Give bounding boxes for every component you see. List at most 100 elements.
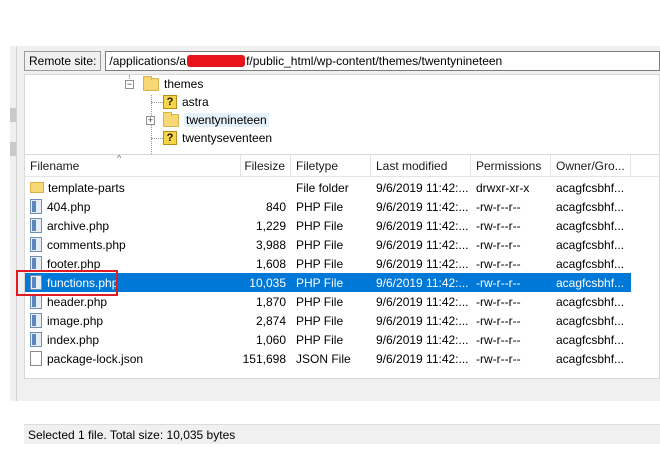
path-suffix: f/public_html/wp-content/themes/twentyni… [246, 54, 503, 68]
file-name: image.php [47, 313, 104, 328]
file-type: JSON File [296, 351, 351, 366]
file-size: 10,035 [249, 275, 286, 290]
file-modified: 9/6/2019 11:42:... [376, 256, 469, 271]
file-size: 151,698 [242, 351, 286, 366]
tree-item-twentynineteen[interactable]: twentynineteen [163, 111, 269, 129]
file-permissions: -rw-r--r-- [476, 294, 521, 309]
column-header-filesize[interactable]: Filesize [241, 155, 291, 177]
file-list-header: Filename ^ Filesize Filetype Last modifi… [25, 155, 659, 177]
collapse-themes-toggle[interactable]: − [125, 80, 134, 89]
file-type: PHP File [296, 218, 344, 233]
file-modified: 9/6/2019 11:42:... [376, 237, 469, 252]
php-file-icon [30, 332, 42, 347]
tree-item-astra[interactable]: ? astra [163, 93, 209, 111]
file-size: 1,229 [255, 218, 286, 233]
file-size [241, 178, 286, 197]
file-permissions: drwxr-xr-x [476, 180, 530, 195]
file-modified: 9/6/2019 11:42:... [376, 218, 469, 233]
file-size: 1,870 [255, 294, 286, 309]
php-file-icon [30, 313, 42, 328]
column-header-label: Last modified [376, 159, 448, 173]
folder-icon [30, 182, 44, 193]
expand-twentynineteen-toggle[interactable]: + [146, 116, 155, 125]
php-file-icon [30, 218, 42, 233]
file-size: 3,988 [255, 237, 286, 252]
file-row[interactable]: header.php 1,870 PHP File 9/6/2019 11:42… [25, 292, 631, 311]
tree-item-twentyseventeen[interactable]: ? twentyseventeen [163, 129, 272, 147]
file-owner: acagfcsbhf... [556, 237, 625, 252]
php-file-icon [30, 199, 42, 214]
file-name: 404.php [47, 199, 91, 214]
file-row[interactable]: index.php 1,060 PHP File 9/6/2019 11:42:… [25, 330, 631, 349]
column-header-label: Filesize [244, 159, 285, 173]
file-row[interactable]: 404.php 840 PHP File 9/6/2019 11:42:... … [25, 197, 631, 216]
file-type: PHP File [296, 199, 344, 214]
column-header-filetype[interactable]: Filetype [291, 155, 371, 177]
file-row[interactable]: comments.php 3,988 PHP File 9/6/2019 11:… [25, 235, 631, 254]
file-modified: 9/6/2019 11:42:... [376, 275, 469, 290]
file-type: PHP File [296, 256, 344, 271]
file-permissions: -rw-r--r-- [476, 332, 521, 347]
splitter-mark [10, 108, 16, 122]
path-prefix: /applications/a [109, 54, 187, 68]
tree-item-label: astra [182, 95, 209, 109]
file-modified: 9/6/2019 11:42:... [376, 294, 469, 309]
file-owner: acagfcsbhf... [556, 351, 625, 366]
file-permissions: -rw-r--r-- [476, 256, 521, 271]
horizontal-scrollbar[interactable] [24, 379, 660, 383]
file-permissions: -rw-r--r-- [476, 199, 521, 214]
json-file-icon [30, 351, 42, 366]
left-splitter[interactable] [10, 46, 17, 401]
redaction-mark [187, 55, 246, 67]
file-type: PHP File [296, 332, 344, 347]
question-folder-icon: ? [163, 131, 177, 145]
folder-icon [143, 75, 159, 91]
column-header-label: Filename [30, 159, 80, 173]
file-owner: acagfcsbhf... [556, 256, 625, 271]
file-owner: acagfcsbhf... [556, 313, 625, 328]
file-row-selected[interactable]: functions.php 10,035 PHP File 9/6/2019 1… [25, 273, 631, 292]
column-header-permissions[interactable]: Permissions [471, 155, 551, 177]
column-header-last-modified[interactable]: Last modified [371, 155, 471, 177]
file-modified: 9/6/2019 11:42:... [376, 199, 469, 214]
file-permissions: -rw-r--r-- [476, 237, 521, 252]
file-row[interactable]: template-parts File folder 9/6/2019 11:4… [25, 178, 631, 197]
file-size: 840 [265, 199, 286, 214]
file-owner: acagfcsbhf... [556, 199, 625, 214]
tree-line [151, 95, 152, 156]
folder-icon [163, 111, 179, 127]
tree-item-label: twentynineteen [184, 113, 269, 127]
column-header-label: Owner/Gro... [556, 159, 625, 173]
file-row[interactable]: image.php 2,874 PHP File 9/6/2019 11:42:… [25, 311, 631, 330]
file-permissions: -rw-r--r-- [476, 275, 521, 290]
remote-panel: Remote site: /applications/a f/public_htm… [10, 46, 660, 444]
remote-site-bar: Remote site: /applications/a f/public_htm… [24, 50, 660, 72]
file-name: comments.php [47, 237, 126, 252]
file-row[interactable]: archive.php 1,229 PHP File 9/6/2019 11:4… [25, 216, 631, 235]
file-owner: acagfcsbhf... [556, 332, 625, 347]
file-owner: acagfcsbhf... [556, 275, 625, 290]
file-list: Filename ^ Filesize Filetype Last modifi… [24, 154, 660, 379]
file-size: 1,608 [255, 256, 286, 271]
column-header-filename[interactable]: Filename ^ [25, 155, 241, 177]
file-permissions: -rw-r--r-- [476, 313, 521, 328]
file-type: File folder [296, 180, 349, 195]
file-size: 2,874 [255, 313, 286, 328]
file-type: PHP File [296, 275, 344, 290]
remote-site-label: Remote site: [24, 51, 102, 71]
column-header-label: Filetype [296, 159, 339, 173]
file-owner: acagfcsbhf... [556, 218, 625, 233]
file-row[interactable]: footer.php 1,608 PHP File 9/6/2019 11:42… [25, 254, 631, 273]
column-header-owner[interactable]: Owner/Gro... [551, 155, 631, 177]
file-name: package-lock.json [47, 351, 144, 366]
file-name: index.php [47, 332, 100, 347]
file-row[interactable]: package-lock.json 151,698 JSON File 9/6/… [25, 349, 631, 368]
tree-item-themes[interactable]: themes [143, 75, 203, 93]
status-bar: Selected 1 file. Total size: 10,035 byte… [24, 424, 660, 444]
remote-site-path-input[interactable]: /applications/a f/public_html/wp-content/… [105, 51, 660, 71]
php-file-icon [30, 294, 42, 309]
tree-item-label: themes [164, 77, 204, 91]
sort-ascending-icon: ^ [117, 155, 122, 163]
file-name: archive.php [47, 218, 110, 233]
php-file-icon [30, 256, 42, 271]
